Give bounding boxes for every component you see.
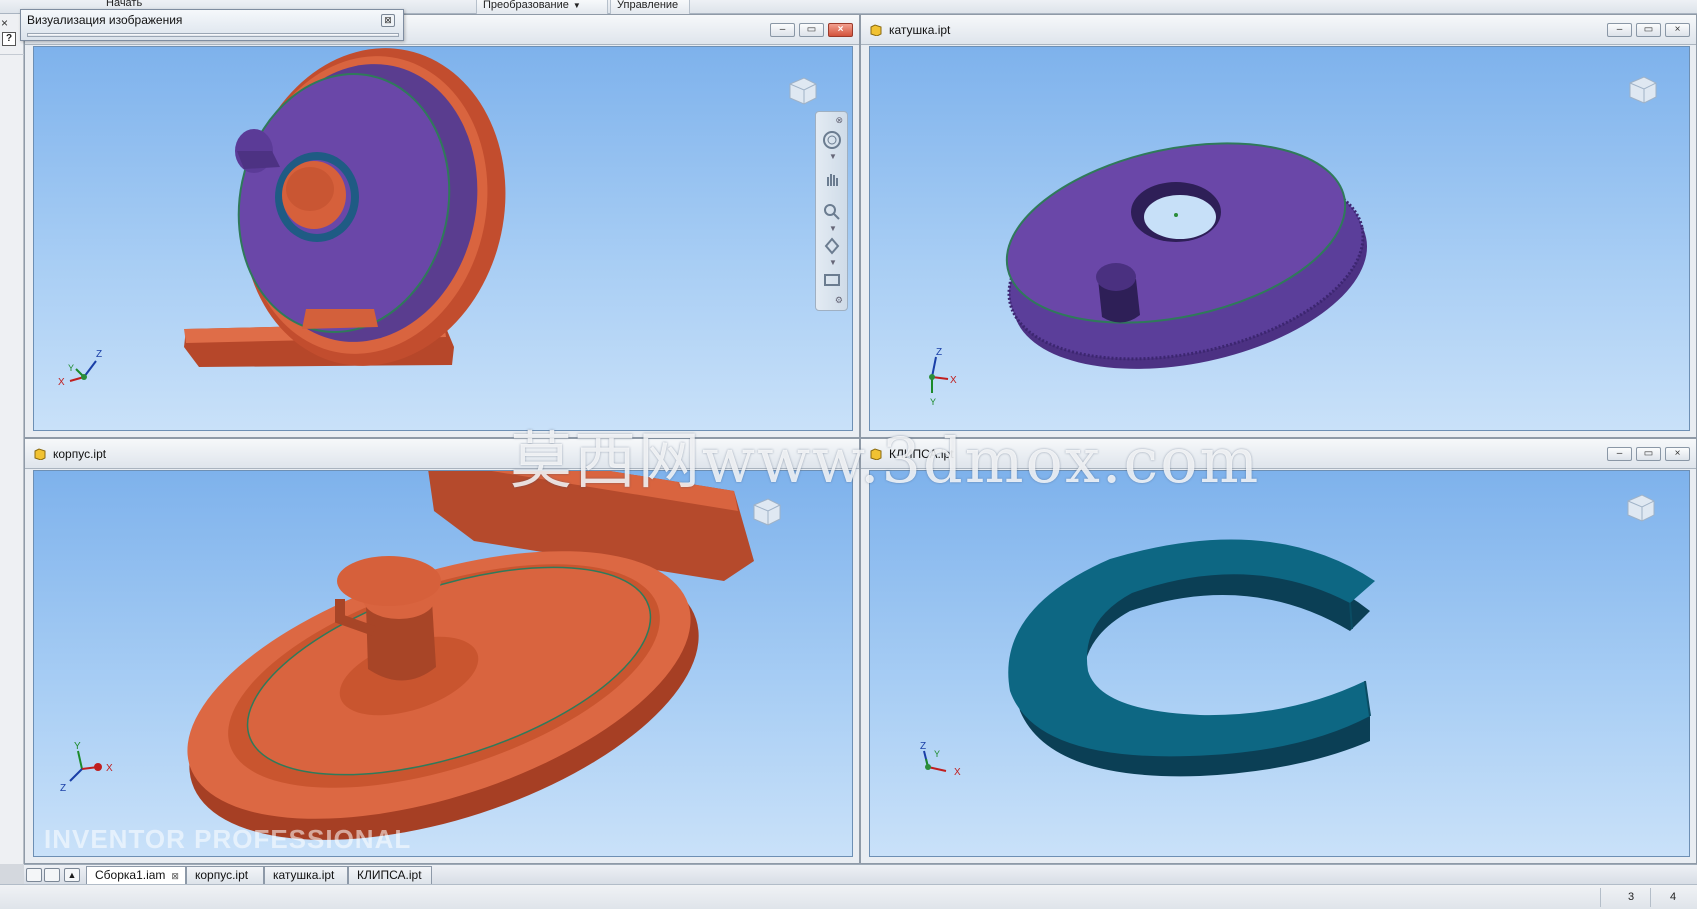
viewcube-icon[interactable] [1620,487,1660,527]
svg-text:Y: Y [930,397,936,407]
divider [1600,888,1601,907]
panel-scrollbar[interactable] [27,33,399,37]
tab-menu-icon[interactable]: ▲ [64,868,80,882]
clip-model [1008,539,1375,777]
viewcube-icon[interactable] [782,70,822,110]
viewport-clip[interactable]: КЛИПСА.ipt – ▭ × Z X Y [860,438,1697,864]
status-document-count: 4 [1670,891,1677,903]
viewcube-icon[interactable] [746,491,786,531]
spool-model [1005,142,1368,369]
pan-icon[interactable] [822,170,842,190]
zoom-icon[interactable] [822,202,842,222]
divider [0,54,24,55]
close-icon[interactable]: × [1,16,8,30]
close-icon[interactable]: ⊠ [171,871,179,881]
tab-manage-label: Управление [617,0,679,11]
close-button[interactable]: × [828,23,853,37]
tile-windows-icon[interactable] [44,868,60,882]
view-face-icon[interactable] [822,270,842,290]
document-tab-label: корпус.ipt [195,868,249,882]
chevron-down-icon[interactable]: ▼ [829,258,837,267]
viewport-title: КЛИПСА.ipt [889,447,954,461]
graphics-window[interactable]: Z X Y [33,46,853,431]
minimize-button[interactable]: – [770,23,795,37]
window-controls: – ▭ × [1607,447,1690,461]
document-tab[interactable]: КЛИПСА.ipt [348,866,432,884]
help-icon[interactable]: ? [2,32,16,46]
svg-text:X: X [954,767,961,778]
look-at-icon[interactable] [822,236,842,256]
product-brand: INVENTOR PROFESSIONAL [44,824,412,854]
chevron-down-icon: ▼ [572,1,581,10]
tab-transform[interactable]: Преобразование ▼ [476,0,608,14]
document-tab[interactable]: катушка.ipt [264,866,348,884]
viewport-body[interactable]: корпус.ipt Y X Z INVENTOR PROFESSIONAL [24,438,860,864]
document-icon [870,448,882,460]
axis-triad: Z X Y [929,347,957,407]
svg-text:Y: Y [74,741,81,752]
tab-transform-label: Преобразование [483,0,569,11]
cascade-windows-icon[interactable] [26,868,42,882]
svg-text:X: X [950,375,957,386]
ribbon-start-label[interactable]: Начать [106,0,142,9]
tab-manage[interactable]: Управление [610,0,690,14]
viewport-title: катушка.ipt [889,23,951,37]
close-button[interactable]: × [1665,23,1690,37]
document-tab[interactable]: Сборка1.iam ⊠ [86,866,186,884]
axis-triad: Z X Y [58,349,102,388]
viewport-spool[interactable]: катушка.ipt – ▭ × Z X Y [860,14,1697,438]
panel-title: Визуализация изображения [27,13,183,27]
graphics-window[interactable]: Z X Y [869,46,1690,431]
chevron-down-icon[interactable]: ▼ [829,152,837,161]
minimize-button[interactable]: – [1607,447,1632,461]
axis-triad: Y X Z [60,741,113,794]
close-icon[interactable]: ⊠ [381,14,395,27]
graphics-window[interactable]: Y X Z INVENTOR PROFESSIONAL [33,470,853,857]
chevron-down-icon[interactable]: ▼ [829,224,837,233]
document-icon [34,448,46,460]
assembly-model [184,48,506,367]
svg-text:Y: Y [68,363,74,373]
status-bar: 3 4 [0,884,1697,909]
viewport-title-bar[interactable]: корпус.ipt [25,439,859,469]
settings-icon[interactable]: ⚙ [835,295,843,306]
viewport-title: корпус.ipt [53,447,107,461]
window-controls: – ▭ × [1607,23,1690,37]
svg-text:X: X [106,763,113,774]
navigation-bar[interactable]: ⊗ ▼ ▼ ▼ ⚙ [815,111,848,311]
document-tab-label: КЛИПСА.ipt [357,868,422,882]
window-controls: – ▭ × [770,23,853,37]
orbit-icon[interactable] [822,130,842,150]
inventor-workspace: Начать Преобразование ▼ Управление × ? – … [0,0,1697,909]
divider [1650,888,1651,907]
document-tab-label: катушка.ipt [273,868,335,882]
svg-text:X: X [58,377,65,388]
restore-button[interactable]: ▭ [1636,447,1661,461]
viewcube-icon[interactable] [1622,69,1662,109]
restore-button[interactable]: ▭ [799,23,824,37]
viewport-assembly[interactable]: – ▭ × Z X Y [24,14,860,438]
document-tab-label: Сборка1.iam [95,868,166,882]
status-occurrence-count: 3 [1628,891,1635,903]
svg-text:Z: Z [920,741,926,752]
close-icon[interactable]: ⊗ [835,115,843,126]
document-tab-bar: ▲ Сборка1.iam ⊠ корпус.ipt катушка.ipt КЛ… [24,864,1697,884]
document-icon [870,24,882,36]
body-model [187,471,754,840]
browser-strip: × ? [0,14,24,864]
svg-text:Z: Z [936,347,942,358]
axis-triad: Z X Y [920,741,961,778]
image-visualization-panel[interactable]: Визуализация изображения ⊠ [20,9,404,41]
minimize-button[interactable]: – [1607,23,1632,37]
svg-text:Y: Y [934,749,940,759]
restore-button[interactable]: ▭ [1636,23,1661,37]
svg-text:Z: Z [60,783,66,794]
close-button[interactable]: × [1665,447,1690,461]
viewport-title-bar[interactable]: катушка.ipt – ▭ × [861,15,1696,45]
svg-text:Z: Z [96,349,102,360]
graphics-window[interactable]: Z X Y [869,470,1690,857]
document-tab[interactable]: корпус.ipt [186,866,264,884]
viewport-title-bar[interactable]: КЛИПСА.ipt – ▭ × [861,439,1696,469]
